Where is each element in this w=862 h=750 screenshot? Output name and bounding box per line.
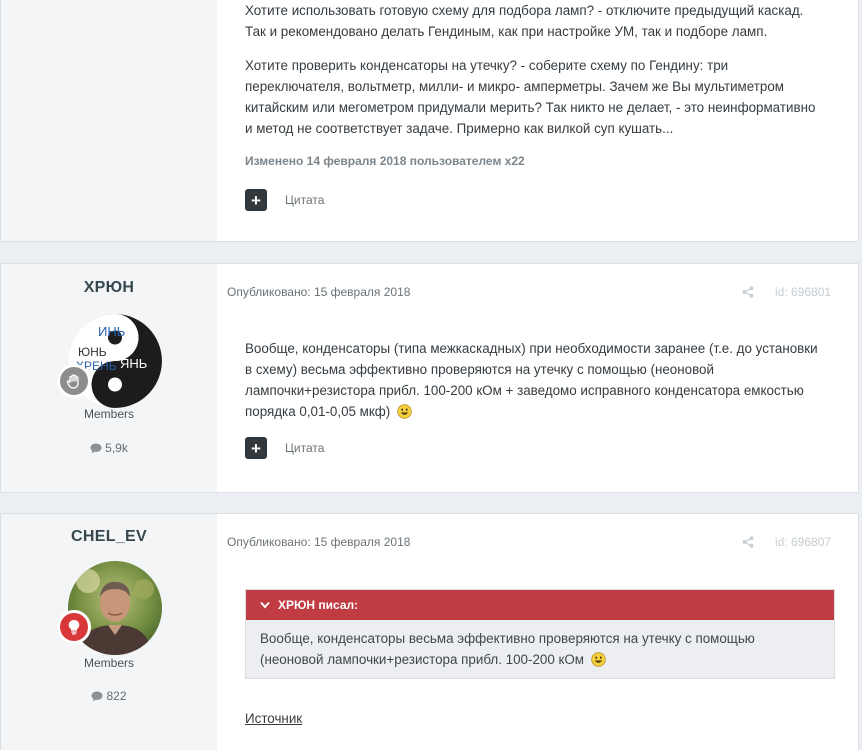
quote-author: ХРЮН писал:	[278, 598, 359, 612]
lightbulb-icon	[68, 620, 80, 635]
rank-badge	[57, 364, 91, 398]
post-body: Опубликовано: 15 февраля 2018 id: 696801…	[218, 264, 858, 492]
author-panel: ХРЮН ИНЬ ЮНЬ ХРЕНЬ ЯНЬ Members 5,9k	[1, 264, 217, 492]
share-icon[interactable]	[742, 536, 754, 548]
avatar-label: ИНЬ	[98, 324, 125, 339]
post-2: ХРЮН ИНЬ ЮНЬ ХРЕНЬ ЯНЬ Members 5,9k Опуб…	[0, 263, 859, 493]
post-date[interactable]: Опубликовано: 15 февраля 2018	[227, 535, 410, 549]
author-name[interactable]: ХРЮН	[1, 279, 217, 297]
comment-icon	[90, 443, 102, 454]
post-count: 5,9k	[1, 441, 217, 455]
post-paragraph: Хотите проверить конденсаторы на утечку?…	[245, 58, 816, 136]
post-date[interactable]: Опубликовано: 15 февраля 2018	[227, 285, 410, 299]
post-count-value: 822	[106, 689, 127, 703]
post-body: Хотите использовать готовую схему для по…	[218, 0, 858, 241]
smile-emoji-icon	[591, 652, 606, 667]
post-text-content: Вообще, конденсаторы (типа межкаскадных)…	[245, 341, 818, 419]
post-count: 822	[1, 689, 217, 703]
multiquote-button[interactable]: +	[245, 189, 267, 211]
author-panel: CHEL_EV Members 822	[1, 514, 217, 750]
post-text: Вообще, конденсаторы (типа межкаскадных)…	[245, 338, 825, 422]
quote-button[interactable]: Цитата	[285, 441, 324, 455]
avatar-label: ЯНЬ	[120, 356, 147, 371]
author-panel	[1, 0, 217, 241]
quote-header[interactable]: ХРЮН писал:	[246, 590, 834, 620]
rank-badge	[57, 610, 91, 644]
post-id[interactable]: id: 696801	[775, 285, 831, 299]
quote-text: Вообще, конденсаторы весьма эффективно п…	[260, 631, 755, 667]
chevron-down-icon	[260, 601, 270, 609]
quote-button[interactable]: Цитата	[285, 193, 324, 207]
quote-content: Вообще, конденсаторы весьма эффективно п…	[246, 620, 834, 678]
post-id[interactable]: id: 696807	[775, 535, 831, 549]
hand-icon	[66, 374, 79, 389]
post-1: Хотите использовать готовую схему для по…	[0, 0, 859, 242]
avatar-label: ЮНЬ	[78, 345, 107, 359]
smile-emoji-icon	[397, 404, 412, 419]
post-count-value: 5,9k	[105, 441, 128, 455]
member-group: Members	[83, 407, 134, 421]
source-link[interactable]: Источник	[245, 711, 302, 726]
post-paragraph: Хотите использовать готовую схему для по…	[245, 3, 804, 39]
post-3: CHEL_EV Members 822 Опубликовано: 15 фев…	[0, 513, 859, 750]
edited-note: Изменено 14 февраля 2018 пользователем x…	[245, 154, 525, 168]
post-body: Опубликовано: 15 февраля 2018 id: 696807…	[218, 514, 858, 750]
multiquote-button[interactable]: +	[245, 437, 267, 459]
comment-icon	[91, 691, 103, 702]
share-icon[interactable]	[742, 286, 754, 298]
author-name[interactable]: CHEL_EV	[1, 528, 217, 546]
member-group: Members	[83, 656, 134, 670]
quote-block: ХРЮН писал: Вообще, конденсаторы весьма …	[245, 589, 835, 679]
